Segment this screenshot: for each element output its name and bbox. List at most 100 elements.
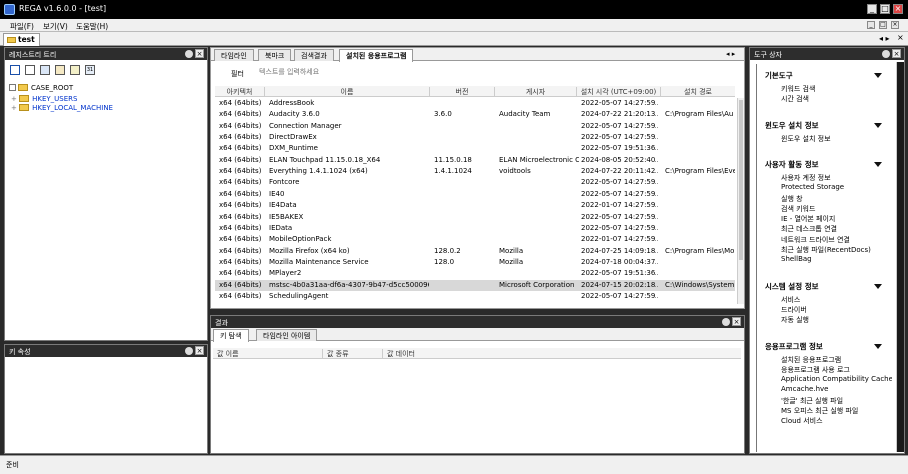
tree-node-root[interactable]: CASE_ROOT [9, 84, 73, 92]
pin-icon[interactable] [185, 50, 193, 58]
tab-bookmarks[interactable]: 북마크 [258, 49, 292, 61]
table-cell: 2024-07-18 00:04:37 [581, 257, 656, 266]
mdi-minimize-button[interactable]: _ [867, 21, 875, 29]
col-arch[interactable]: 아키텍처 [215, 87, 265, 97]
table-row[interactable]: x64 (64bits) SchedulingAgent 2022-05-07 14… [215, 291, 735, 302]
tool-item[interactable]: 검색 키워드 [781, 204, 815, 214]
table-row[interactable]: x64 (64bits) Fontcore 2022-05-07 14:27:59.… [215, 177, 735, 188]
copy-icon[interactable] [40, 65, 50, 75]
table-row[interactable]: x64 (64bits) Mozilla Firefox (x64 ko) 128.… [215, 246, 735, 257]
tree-node-hkey-users[interactable]: + HKEY_USERS [11, 95, 77, 103]
tool-item[interactable]: 최근 실행 파일(RecentDocs) [781, 245, 871, 255]
collapse-arrow-icon[interactable] [874, 73, 882, 78]
col-version[interactable]: 버전 [430, 87, 495, 97]
table-row[interactable]: x64 (64bits) Mozilla Maintenance Service 1… [215, 257, 735, 268]
close-panel-icon[interactable]: × [732, 317, 741, 326]
tool-section-title[interactable]: 사용자 활동 정보 [765, 159, 819, 170]
tool-section-title[interactable]: 윈도우 설치 정보 [765, 120, 819, 131]
collapse-arrow-icon[interactable] [874, 122, 882, 128]
check-all-icon[interactable] [10, 65, 20, 75]
tool-item[interactable]: 키워드 검색 [781, 84, 815, 94]
table-row[interactable]: x64 (64bits) AddressBook 2022-05-07 14:27:… [215, 98, 735, 109]
grid-scrollbar[interactable] [737, 98, 744, 304]
table-row[interactable]: x64 (64bits) Connection Manager 2022-05-07… [215, 121, 735, 132]
pin-icon[interactable] [185, 347, 193, 355]
tool-item[interactable]: MS 오피스 최근 실행 파일 [781, 406, 858, 416]
table-row[interactable]: x64 (64bits) DXM_Runtime 2022-05-07 19:51:… [215, 143, 735, 154]
filter-input[interactable] [259, 66, 409, 78]
toolbox-scrollbar[interactable] [896, 62, 904, 452]
close-panel-icon[interactable]: × [195, 346, 204, 355]
close-panel-icon[interactable]: × [892, 49, 901, 58]
col-value-type[interactable]: 값 종류 [323, 349, 383, 359]
maximize-button[interactable]: □ [880, 4, 890, 14]
col-install-time[interactable]: 설치 시각 (UTC+09:00) [577, 87, 661, 97]
close-button[interactable]: × [893, 4, 903, 14]
tool-section-title[interactable]: 기본도구 [765, 70, 793, 81]
tool-item[interactable]: '한글' 최근 실행 파일 [781, 396, 843, 406]
mdi-close-button[interactable]: × [891, 21, 899, 29]
tree-node-hkey-local-machine[interactable]: + HKEY_LOCAL_MACHINE [11, 104, 113, 112]
close-panel-icon[interactable]: × [195, 49, 204, 58]
tool-item[interactable]: 서비스 [781, 295, 800, 305]
tool-item[interactable]: 최근 데스크톱 연결 [781, 224, 837, 234]
tool-item[interactable]: Protected Storage [781, 183, 844, 191]
table-row[interactable]: x64 (64bits) MobileOptionPack 2022-01-07 1… [215, 234, 735, 245]
table-row[interactable]: x64 (64bits) Audacity 3.6.0 3.6.0 Audacity … [215, 109, 735, 120]
menu-view[interactable]: 보기(V) [43, 21, 68, 32]
minimize-button[interactable]: _ [867, 4, 877, 14]
tab-timeline-items[interactable]: 타임라인 아이템 [256, 329, 318, 341]
uncheck-all-icon[interactable] [25, 65, 35, 75]
doc-close-icon[interactable]: × [897, 33, 904, 42]
table-row[interactable]: x64 (64bits) Everything 1.4.1.1024 (x64) 1… [215, 166, 735, 177]
doc-nav-arrows-icon[interactable]: ◂ ▸ [879, 34, 890, 43]
tool-item[interactable]: Amcache.hve [781, 385, 828, 393]
col-install-path[interactable]: 설치 경로 [661, 87, 735, 97]
tab-search-results[interactable]: 검색결과 [294, 49, 334, 61]
table-row[interactable]: x64 (64bits) mstsc-4b0a31aa-df6a-4307-9b4… [215, 279, 735, 291]
tool-item[interactable]: 윈도우 설치 정보 [781, 134, 831, 144]
table-row[interactable]: x64 (64bits) IE5BAKEX 2022-05-07 14:27:59.… [215, 212, 735, 223]
col-value-name[interactable]: 값 이름 [213, 349, 323, 359]
menu-file[interactable]: 파일(F) [10, 21, 34, 32]
collapse-arrow-icon[interactable] [874, 343, 882, 349]
mdi-restore-button[interactable]: □ [879, 21, 887, 29]
tool-item[interactable]: 사용자 계정 정보 [781, 173, 831, 183]
edit-icon[interactable] [70, 65, 80, 75]
tool-item[interactable]: 시간 검색 [781, 94, 809, 104]
scroll-thumb[interactable] [739, 100, 743, 260]
calendar-icon[interactable]: 31 [85, 65, 95, 75]
table-row[interactable]: x64 (64bits) DirectDrawEx 2022-05-07 14:27… [215, 132, 735, 143]
tool-item[interactable]: ShellBag [781, 255, 812, 263]
col-name[interactable]: 이름 [265, 87, 430, 97]
tool-section-title[interactable]: 시스템 설정 정보 [765, 281, 819, 292]
document-tab[interactable]: test [3, 33, 40, 46]
col-value-data[interactable]: 값 데이터 [383, 349, 741, 359]
tool-item[interactable]: IE - 열어본 페이지 [781, 214, 835, 224]
tab-installed-apps[interactable]: 설치된 응용프로그램 [339, 49, 414, 62]
collapse-arrow-icon[interactable] [874, 283, 882, 289]
pin-icon[interactable] [882, 50, 890, 58]
tool-item[interactable]: 네트워크 드라이브 연결 [781, 235, 850, 245]
pin-icon[interactable] [722, 318, 730, 326]
tool-item[interactable]: 실행 창 [781, 194, 803, 204]
tool-item[interactable]: 응용프로그램 사용 로그 [781, 365, 850, 375]
table-row[interactable]: x64 (64bits) IE40 2022-05-07 14:27:59... [215, 189, 735, 200]
table-row[interactable]: x64 (64bits) IE4Data 2022-01-07 14:27:59..… [215, 200, 735, 211]
tool-item[interactable]: 자동 실행 [781, 315, 809, 325]
table-row[interactable]: x64 (64bits) IEData 2022-05-07 14:27:59... [215, 223, 735, 234]
menu-help[interactable]: 도움말(H) [76, 21, 108, 32]
tool-item[interactable]: 설치된 응용프로그램 [781, 355, 841, 365]
tab-timeline[interactable]: 타임라인 [214, 49, 254, 61]
tab-scroll-arrows-icon[interactable]: ◂ ▸ [726, 50, 735, 58]
tool-item[interactable]: Cloud 서비스 [781, 416, 823, 426]
collapse-arrow-icon[interactable] [874, 161, 882, 167]
tool-item[interactable]: 드라이버 [781, 305, 807, 315]
col-publisher[interactable]: 게시자 [495, 87, 577, 97]
open-icon[interactable] [55, 65, 65, 75]
tool-section-title[interactable]: 응용프로그램 정보 [765, 341, 823, 352]
table-row[interactable]: x64 (64bits) MPlayer2 2022-05-07 19:51:36.… [215, 268, 735, 279]
tool-item[interactable]: Application Compatibility Cache [781, 375, 892, 383]
table-row[interactable]: x64 (64bits) ELAN Touchpad 11.15.0.18_X64… [215, 155, 735, 166]
tab-key-explore[interactable]: 키 탐색 [213, 329, 249, 342]
